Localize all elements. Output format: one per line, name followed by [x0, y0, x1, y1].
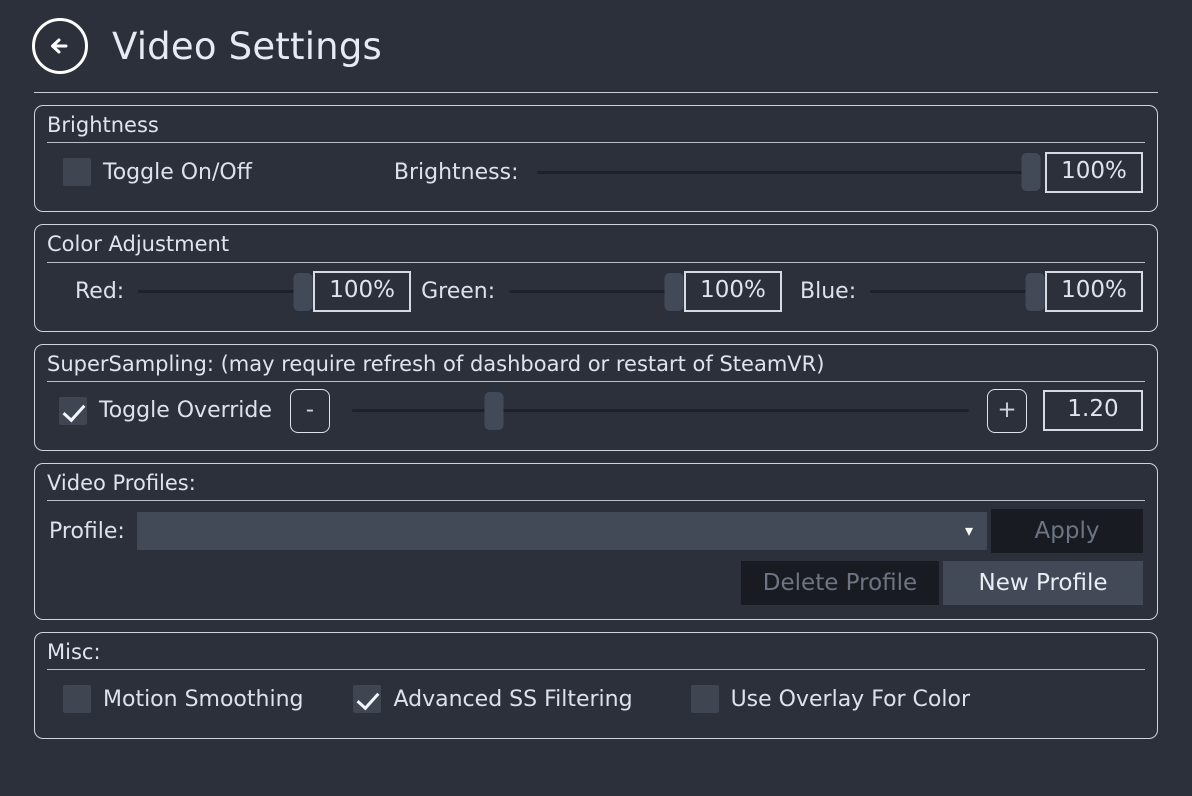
green-slider-handle[interactable]	[664, 272, 684, 311]
brightness-slider-track	[536, 170, 1031, 174]
color-adjustment-group-title: Color Adjustment	[47, 232, 230, 257]
use-overlay-for-color-label: Use Overlay For Color	[730, 686, 970, 712]
brightness-row: Toggle On/Off Brightness: 100%	[45, 143, 1147, 201]
motion-smoothing-label: Motion Smoothing	[103, 686, 304, 712]
video-profiles-group-title: Video Profiles:	[47, 470, 196, 495]
green-value[interactable]: 100%	[684, 271, 783, 312]
brightness-toggle-checkbox[interactable]	[63, 158, 91, 187]
supersampling-slider[interactable]	[351, 391, 969, 431]
misc-row: Motion Smoothing Advanced SS Filtering U…	[45, 670, 1147, 728]
supersampling-decrement-button[interactable]: -	[289, 388, 330, 433]
chevron-down-icon: ▾	[964, 521, 973, 540]
brightness-value[interactable]: 100%	[1045, 151, 1143, 193]
blue-label: Blue:	[800, 279, 857, 304]
profile-label: Profile:	[49, 518, 125, 544]
red-value[interactable]: 100%	[313, 271, 412, 312]
motion-smoothing-toggle[interactable]: Motion Smoothing	[63, 685, 304, 714]
blue-slider-handle[interactable]	[1025, 272, 1045, 311]
supersampling-toggle[interactable]: Toggle Override	[59, 396, 272, 425]
advanced-ss-filtering-toggle[interactable]: Advanced SS Filtering	[353, 685, 633, 714]
apply-profile-button[interactable]: Apply	[991, 509, 1143, 553]
brightness-slider-label: Brightness:	[393, 159, 519, 185]
supersampling-value[interactable]: 1.20	[1043, 390, 1143, 432]
red-label: Red:	[75, 279, 125, 304]
brightness-toggle-label: Toggle On/Off	[103, 159, 252, 185]
use-overlay-for-color-checkbox[interactable]	[690, 685, 719, 714]
misc-group-title: Misc:	[47, 640, 101, 664]
video-settings-screen: Video Settings Brightness Toggle On/Off …	[0, 0, 1192, 796]
supersampling-row: Toggle Override - + 1.20	[45, 382, 1147, 440]
supersampling-toggle-checkbox[interactable]	[59, 396, 87, 425]
blue-slider-track	[870, 290, 1035, 293]
profile-select[interactable]: ▾	[136, 512, 987, 550]
misc-group: Misc: Motion Smoothing Advanced SS Filte…	[34, 632, 1158, 740]
settings-groups: Brightness Toggle On/Off Brightness: 100…	[0, 93, 1192, 740]
color-adjustment-row: Red: 100% Green: 100% Blue: 100%	[45, 263, 1147, 321]
brightness-group-title: Brightness	[47, 113, 159, 137]
use-overlay-for-color-toggle[interactable]: Use Overlay For Color	[690, 685, 970, 714]
profile-select-row: Profile: ▾ Apply	[45, 501, 1147, 553]
supersampling-slider-track	[351, 409, 969, 413]
brightness-slider-handle[interactable]	[1021, 153, 1041, 192]
page-title: Video Settings	[112, 24, 382, 68]
green-slider[interactable]	[509, 272, 684, 312]
green-label: Green:	[421, 279, 496, 304]
blue-value[interactable]: 100%	[1045, 271, 1143, 312]
arrow-left-circle-icon	[51, 38, 68, 54]
new-profile-button[interactable]: New Profile	[943, 561, 1143, 605]
green-slider-track	[509, 290, 675, 293]
color-adjustment-group: Color Adjustment Red: 100% Green: 100% B…	[34, 224, 1158, 332]
supersampling-toggle-label: Toggle Override	[99, 398, 272, 424]
supersampling-increment-button[interactable]: +	[987, 388, 1027, 433]
brightness-toggle[interactable]: Toggle On/Off	[63, 158, 252, 187]
page-header: Video Settings	[0, 0, 1192, 92]
delete-profile-button[interactable]: Delete Profile	[741, 561, 939, 605]
brightness-slider[interactable]	[536, 152, 1041, 192]
advanced-ss-filtering-label: Advanced SS Filtering	[393, 686, 633, 712]
back-button[interactable]	[32, 18, 88, 74]
red-slider[interactable]	[138, 272, 313, 312]
supersampling-slider-handle[interactable]	[484, 391, 504, 430]
red-slider-handle[interactable]	[293, 272, 313, 311]
red-slider-track	[138, 290, 304, 293]
supersampling-group-title: SuperSampling: (may require refresh of d…	[47, 351, 825, 376]
blue-slider[interactable]	[870, 272, 1045, 312]
profile-actions-row: Delete Profile New Profile	[45, 553, 1147, 609]
advanced-ss-filtering-checkbox[interactable]	[353, 685, 382, 714]
motion-smoothing-checkbox[interactable]	[63, 685, 91, 714]
brightness-group: Brightness Toggle On/Off Brightness: 100…	[34, 105, 1158, 213]
supersampling-group: SuperSampling: (may require refresh of d…	[34, 343, 1158, 451]
video-profiles-group: Video Profiles: Profile: ▾ Apply Delete …	[34, 462, 1158, 620]
